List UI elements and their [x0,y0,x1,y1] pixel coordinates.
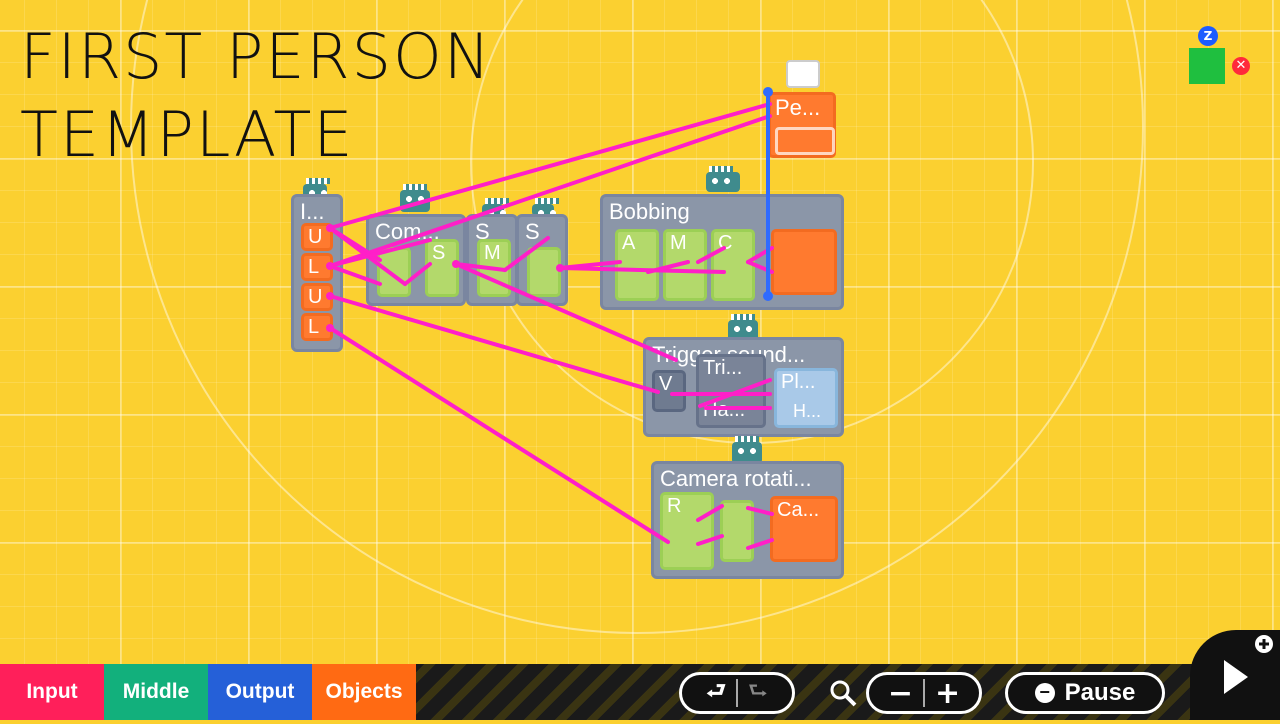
wire [503,236,550,272]
wire [454,262,678,362]
bottom-toolbar: Input Middle Output Objects ⮐ ⮑ − + − Pa… [0,664,1280,720]
wire [328,114,772,268]
wire-port [326,262,334,270]
minus-icon[interactable]: − [888,676,913,711]
play-icon [1224,635,1273,694]
wire [746,538,774,550]
category-input[interactable]: Input [0,664,104,720]
x-axis-icon: ✕ [1232,57,1250,75]
wire-port [452,260,460,268]
pause-icon: − [1034,683,1055,703]
category-output[interactable]: Output [208,664,312,720]
wire [328,102,772,230]
wire [696,246,726,264]
z-label: Z [1203,29,1213,43]
wire-port [763,87,773,97]
zoom-controls: − + [866,672,982,714]
wire-port [763,291,773,301]
wire [403,262,432,286]
wire [328,238,432,268]
plus-icon[interactable]: + [935,676,960,711]
zoom-icon [828,678,858,708]
wire-port [326,324,334,332]
play-button[interactable] [1190,630,1280,720]
wire [696,534,724,546]
wire-port [326,292,334,300]
pause-label: Pause [1064,679,1136,706]
wire [328,294,660,394]
wire [328,326,670,544]
undo-redo-group: ⮐ ⮑ [679,672,795,714]
gizmo[interactable]: Z ✕ [1186,26,1256,88]
wire [558,266,726,274]
divider [923,679,925,707]
redo-icon[interactable]: ⮑ [748,674,768,712]
wire [696,504,724,522]
pause-button[interactable]: − Pause [1005,672,1165,714]
wire [746,506,774,516]
category-objects[interactable]: Objects [312,664,416,720]
wire-port [326,224,334,232]
category-middle[interactable]: Middle [104,664,208,720]
z-axis-icon: Z [1198,26,1218,46]
divider [736,679,738,707]
wire-port [556,264,564,272]
undo-icon[interactable]: ⮐ [706,674,726,712]
wires [326,87,774,550]
green-cube-icon [1189,48,1225,84]
wire [328,264,382,286]
nodon-canvas[interactable]: FIRST PERSON TEMPLATE I... U L U L Com..… [0,0,1280,664]
